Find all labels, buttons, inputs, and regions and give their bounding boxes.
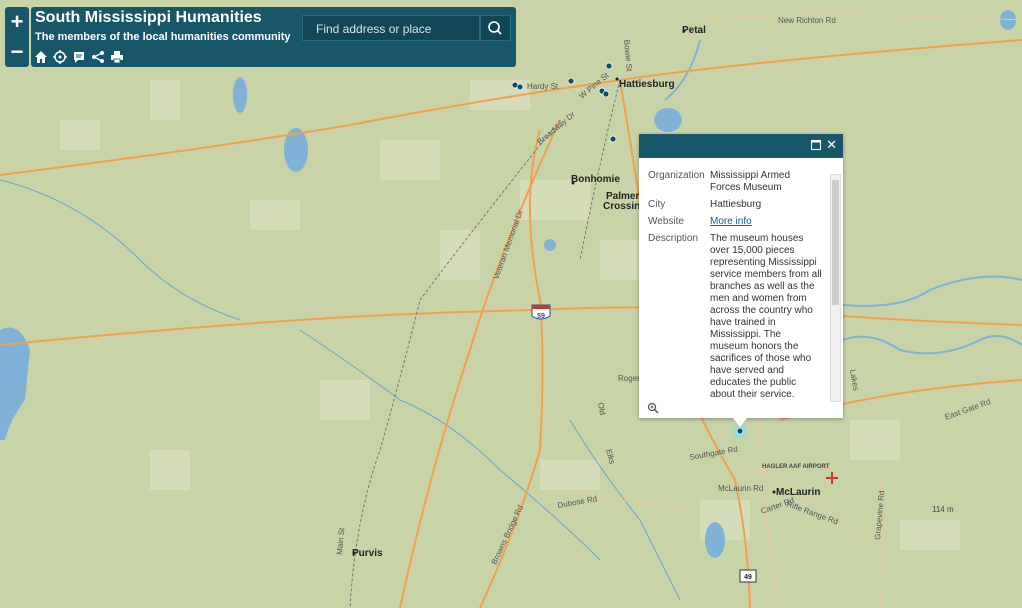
print-icon[interactable]	[110, 50, 124, 64]
field-value: The museum houses over 15,000 pieces rep…	[710, 233, 822, 400]
map-marker[interactable]	[602, 90, 610, 98]
popup-footer	[639, 398, 843, 418]
popup-scrollbar[interactable]	[830, 174, 841, 402]
field-label: City	[648, 199, 666, 210]
field-value: Mississippi Armed Forces Museum	[710, 170, 791, 193]
app-title: South Mississippi Humanities	[35, 9, 262, 26]
road-label: New Richton Rd	[778, 16, 836, 25]
locate-icon[interactable]	[53, 50, 67, 64]
svg-text:59: 59	[537, 313, 545, 320]
header-panel: South Mississippi Humanities The members…	[31, 7, 516, 67]
map-marker[interactable]	[609, 135, 617, 143]
maximize-icon[interactable]	[811, 140, 821, 150]
popup-content: Organization Mississippi Armed Forces Mu…	[639, 158, 829, 400]
share-icon[interactable]	[91, 50, 105, 64]
interstate-shield: 59	[531, 304, 551, 320]
scrollbar-thumb[interactable]	[832, 180, 839, 305]
town-label-mclaurin: McLaurin	[776, 487, 820, 498]
zoom-out-button[interactable]: −	[5, 37, 29, 67]
popup-header: ✕	[639, 134, 843, 158]
highway-shield: 49	[739, 569, 757, 583]
home-icon[interactable]	[34, 50, 48, 64]
description-icon[interactable]	[72, 50, 86, 64]
app-subtitle: The members of the local humanities comm…	[35, 31, 291, 43]
zoom-control: + −	[5, 7, 29, 67]
town-label-bonhomie: Bonhomie	[571, 174, 620, 185]
elevation-label: 114 m	[932, 505, 954, 514]
field-value: Hattiesburg	[710, 199, 762, 210]
field-label: Description	[648, 233, 699, 244]
zoom-in-button[interactable]: +	[5, 7, 29, 37]
search-button[interactable]	[480, 15, 511, 41]
field-label: Website	[648, 216, 684, 227]
field-row-website: Website More info	[639, 216, 829, 233]
map-marker[interactable]	[567, 77, 575, 85]
town-label-purvis: Purvis	[352, 548, 383, 559]
close-icon[interactable]: ✕	[826, 137, 837, 153]
search-input[interactable]: Find address or place	[302, 15, 480, 41]
map-marker[interactable]	[605, 62, 613, 70]
info-popup: ✕ Organization Mississippi Armed Forces …	[639, 134, 843, 418]
more-info-link[interactable]: More info	[710, 216, 752, 227]
field-row-city: City Hattiesburg	[639, 199, 829, 216]
map-marker[interactable]	[516, 83, 524, 91]
town-label-hattiesburg: Hattiesburg	[619, 79, 675, 90]
popup-pointer	[733, 418, 747, 427]
field-row-description: Description The museum houses over 15,00…	[639, 233, 829, 400]
airport-label: HAGLER AAF AIRPORT	[762, 464, 830, 470]
zoom-to-icon[interactable]	[647, 402, 659, 414]
basemap[interactable]: Petal Hattiesburg Bonhomie Palmer Crossi…	[0, 0, 1022, 608]
field-row-organization: Organization Mississippi Armed Forces Mu…	[639, 170, 829, 199]
town-label-petal: Petal	[682, 25, 706, 36]
svg-text:49: 49	[744, 574, 752, 581]
search-icon	[488, 21, 502, 35]
field-label: Organization	[648, 170, 705, 181]
road-label: McLaurin Rd	[718, 484, 763, 493]
toolbar	[34, 50, 129, 64]
road-label: Hardy St	[527, 82, 559, 91]
